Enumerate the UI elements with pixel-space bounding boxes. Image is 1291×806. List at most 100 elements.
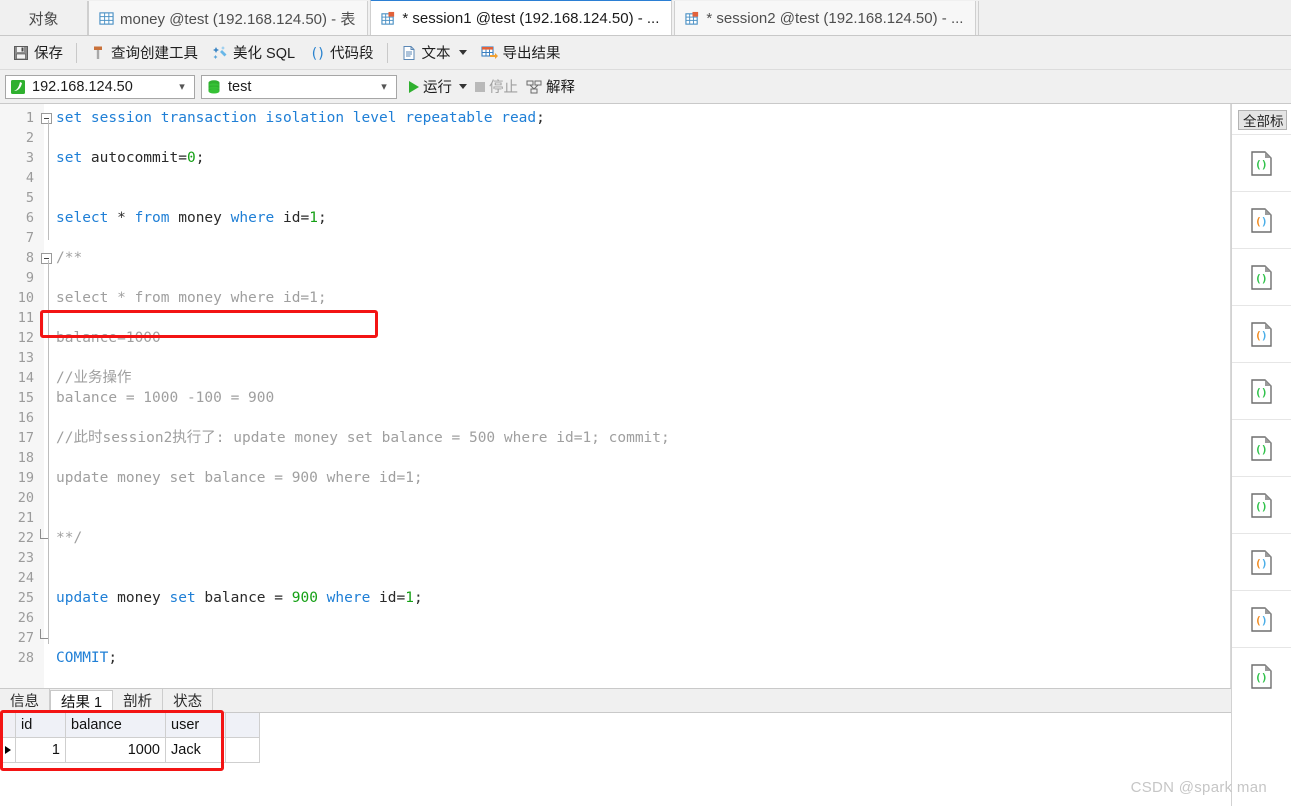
database-select[interactable]: test ▾	[201, 74, 397, 99]
code-line[interactable]: 25 update money set balance = 900 where i…	[0, 588, 1230, 608]
column-header-user[interactable]: user	[166, 713, 226, 738]
sidebar-item-8[interactable]: ()	[1232, 590, 1291, 647]
result-tab-2[interactable]: 剖析	[113, 689, 164, 712]
code-line-text: set autocommit=0;	[56, 150, 205, 166]
code-line[interactable]: 24	[0, 568, 1230, 588]
result-tab-3[interactable]: 状态	[163, 689, 214, 712]
code-line[interactable]: 3 set autocommit=0;	[0, 148, 1230, 168]
code-line[interactable]: 4	[0, 168, 1230, 188]
toolbar-separator-2	[386, 42, 388, 63]
code-line[interactable]: 18	[0, 448, 1230, 468]
result-tab-1[interactable]: 结果 1	[50, 690, 114, 713]
sidebar-item-0[interactable]: ()	[1232, 134, 1291, 191]
svg-text:): )	[1261, 386, 1268, 399]
stop-button[interactable]: 停止	[471, 75, 522, 99]
fold-collapse-icon[interactable]	[38, 252, 54, 264]
sidebar-item-1[interactable]: ()	[1232, 191, 1291, 248]
code-line[interactable]: 27	[0, 628, 1230, 648]
code-line[interactable]: 15 balance = 1000 -100 = 900	[0, 388, 1230, 408]
column-header-filler	[226, 713, 260, 738]
sidebar-item-5[interactable]: ()	[1232, 419, 1291, 476]
code-snippet-button[interactable]: ( ) 代码段	[302, 40, 381, 66]
chevron-down-icon[interactable]	[459, 84, 467, 89]
code-line[interactable]: 26	[0, 608, 1230, 628]
code-line[interactable]: 6 select * from money where id=1;	[0, 208, 1230, 228]
code-line[interactable]: 8 /**	[0, 248, 1230, 268]
line-number: 2	[25, 130, 34, 146]
chevron-down-icon[interactable]	[458, 50, 467, 55]
tab-objects[interactable]: 对象	[0, 1, 88, 35]
code-line-text: balance=1000	[56, 330, 161, 346]
sidebar-item-9[interactable]: ()	[1232, 647, 1291, 704]
navicat-query-window: 对象 money @test (192.168.124.50) - 表 * se…	[0, 0, 1291, 806]
line-number: 7	[25, 230, 34, 246]
code-line[interactable]: 5	[0, 188, 1230, 208]
cell-user[interactable]: Jack	[166, 738, 226, 763]
cell-balance[interactable]: 1000	[66, 738, 166, 763]
row-selector-arrow-icon[interactable]	[0, 738, 16, 763]
query-builder-icon	[90, 45, 106, 61]
result-grid[interactable]: id balance user 1 1000 Jack	[0, 710, 1231, 771]
code-line[interactable]: 10 select * from money where id=1;	[0, 288, 1230, 308]
document-text-icon	[401, 45, 417, 61]
explain-button[interactable]: 解释	[522, 75, 579, 99]
sidebar-item-6[interactable]: ()	[1232, 476, 1291, 533]
result-tab-strip: 信息 结果 1 剖析 状态	[0, 689, 1231, 713]
table-row[interactable]: 1 1000 Jack	[0, 738, 1231, 763]
fold-collapse-icon[interactable]	[38, 112, 54, 124]
watermark-text: CSDN @spark man	[1130, 779, 1267, 796]
editor-and-results: 1 set session transaction isolation level…	[0, 104, 1231, 806]
code-line[interactable]: 20	[0, 488, 1230, 508]
sidebar-item-3[interactable]: ()	[1232, 305, 1291, 362]
sql-code-area[interactable]: 1 set session transaction isolation level…	[0, 104, 1230, 668]
code-line[interactable]: 17 //此时session2执行了: update money set bala…	[0, 428, 1230, 448]
code-line[interactable]: 13	[0, 348, 1230, 368]
code-line[interactable]: 2	[0, 128, 1230, 148]
code-line[interactable]: 14 //业务操作	[0, 368, 1230, 388]
code-line[interactable]: 28 COMMIT;	[0, 648, 1230, 668]
cell-id[interactable]: 1	[16, 738, 66, 763]
code-line[interactable]: 9	[0, 268, 1230, 288]
line-number: 18	[17, 450, 34, 466]
tab-session1[interactable]: * session1 @test (192.168.124.50) - ...	[370, 0, 673, 35]
sidebar-item-7[interactable]: ()	[1232, 533, 1291, 590]
code-line[interactable]: 21	[0, 508, 1230, 528]
export-result-button[interactable]: 导出结果	[474, 40, 568, 66]
beautify-sql-button[interactable]: 美化 SQL	[205, 40, 302, 66]
sql-editor[interactable]: 1 set session transaction isolation level…	[0, 104, 1231, 688]
code-line[interactable]: 23	[0, 548, 1230, 568]
save-button[interactable]: 保存	[6, 40, 70, 66]
query-builder-button[interactable]: 查询创建工具	[83, 40, 205, 66]
tab-session2[interactable]: * session2 @test (192.168.124.50) - ...	[674, 1, 977, 35]
table-grid-icon	[381, 11, 396, 26]
code-line[interactable]: 19 update money set balance = 900 where i…	[0, 468, 1230, 488]
code-line-text: /**	[56, 250, 83, 266]
sidebar-item-4[interactable]: ()	[1232, 362, 1291, 419]
sql-file-icon: ()	[1251, 606, 1272, 632]
svg-text:): )	[1261, 272, 1268, 285]
code-line-text: COMMIT;	[56, 650, 118, 666]
column-header-id[interactable]: id	[16, 713, 66, 738]
column-header-balance[interactable]: balance	[66, 713, 166, 738]
text-view-button[interactable]: 文本	[394, 40, 474, 66]
chevron-down-icon[interactable]: ▾	[174, 80, 190, 93]
result-tab-0[interactable]: 信息	[0, 689, 50, 712]
svg-text:): )	[1261, 443, 1268, 456]
export-result-label: 导出结果	[502, 46, 561, 62]
sidebar-filter-all[interactable]: 全部标	[1238, 110, 1287, 130]
code-line[interactable]: 11	[0, 308, 1230, 328]
sidebar-item-2[interactable]: ()	[1232, 248, 1291, 305]
result-tab-label: 状态	[173, 694, 203, 710]
connection-icon	[10, 79, 26, 95]
code-line[interactable]: 12 balance=1000	[0, 328, 1230, 348]
code-line[interactable]: 7	[0, 228, 1230, 248]
run-button[interactable]: 运行	[405, 75, 471, 99]
connection-select[interactable]: 192.168.124.50 ▾	[5, 74, 195, 99]
text-view-label: 文本	[421, 46, 451, 62]
tab-money-table[interactable]: money @test (192.168.124.50) - 表	[88, 1, 369, 35]
code-line[interactable]: 1 set session transaction isolation level…	[0, 108, 1230, 128]
code-line[interactable]: 22 **/	[0, 528, 1230, 548]
code-line[interactable]: 16	[0, 408, 1230, 428]
fold-end-icon[interactable]	[38, 529, 54, 539]
chevron-down-icon[interactable]: ▾	[376, 80, 392, 93]
